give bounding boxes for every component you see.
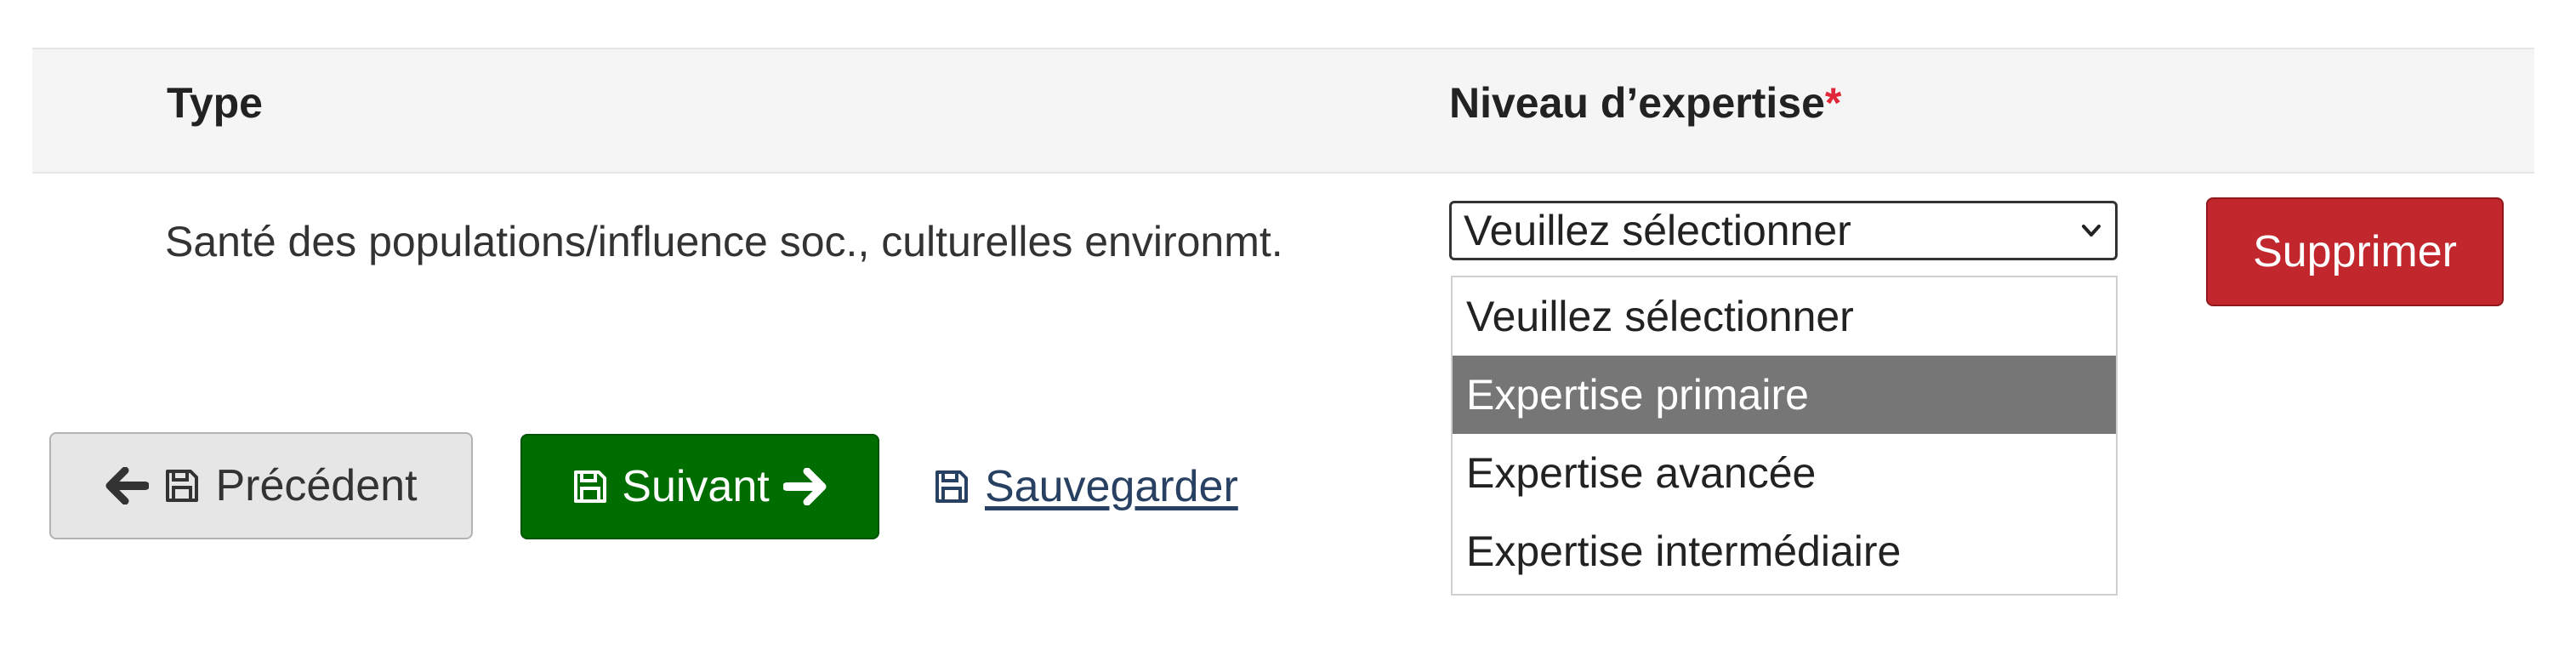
previous-button[interactable]: Précédent [49, 432, 473, 539]
arrow-left-icon [105, 467, 150, 505]
option-please-select[interactable]: Veuillez sélectionner [1453, 277, 2116, 356]
save-link-label: Sauvegarder [985, 462, 1238, 511]
column-header-level: Niveau d’expertise* [1449, 82, 1841, 124]
row-type-value: Santé des populations/influence soc., cu… [165, 218, 1283, 265]
option-advanced-expertise[interactable]: Expertise avancée [1453, 434, 2116, 512]
expertise-level-options: Veuillez sélectionner Expertise primaire… [1451, 276, 2118, 596]
expertise-level-select[interactable]: Veuillez sélectionner [1449, 201, 2118, 260]
select-selected-value: Veuillez sélectionner [1464, 207, 1851, 254]
option-primary-expertise[interactable]: Expertise primaire [1453, 356, 2116, 434]
arrow-right-icon [782, 468, 827, 505]
column-header-type: Type [167, 79, 263, 127]
table-header [32, 48, 2534, 174]
column-header-level-label: Niveau d’expertise [1449, 79, 1825, 127]
next-button-label: Suivant [622, 462, 770, 511]
floppy-disk-icon [934, 469, 970, 505]
chevron-down-icon [2081, 220, 2101, 241]
required-marker: * [1824, 79, 1842, 127]
floppy-disk-icon [572, 469, 608, 505]
form-page: Type Niveau d’expertise* Santé des popul… [0, 0, 2576, 667]
previous-button-label: Précédent [215, 461, 418, 510]
next-button[interactable]: Suivant [520, 434, 879, 539]
option-intermediate-expertise[interactable]: Expertise intermédiaire [1453, 512, 2116, 590]
delete-button[interactable]: Supprimer [2206, 197, 2504, 306]
floppy-disk-icon [164, 468, 200, 504]
save-link[interactable]: Sauvegarder [934, 451, 1238, 522]
